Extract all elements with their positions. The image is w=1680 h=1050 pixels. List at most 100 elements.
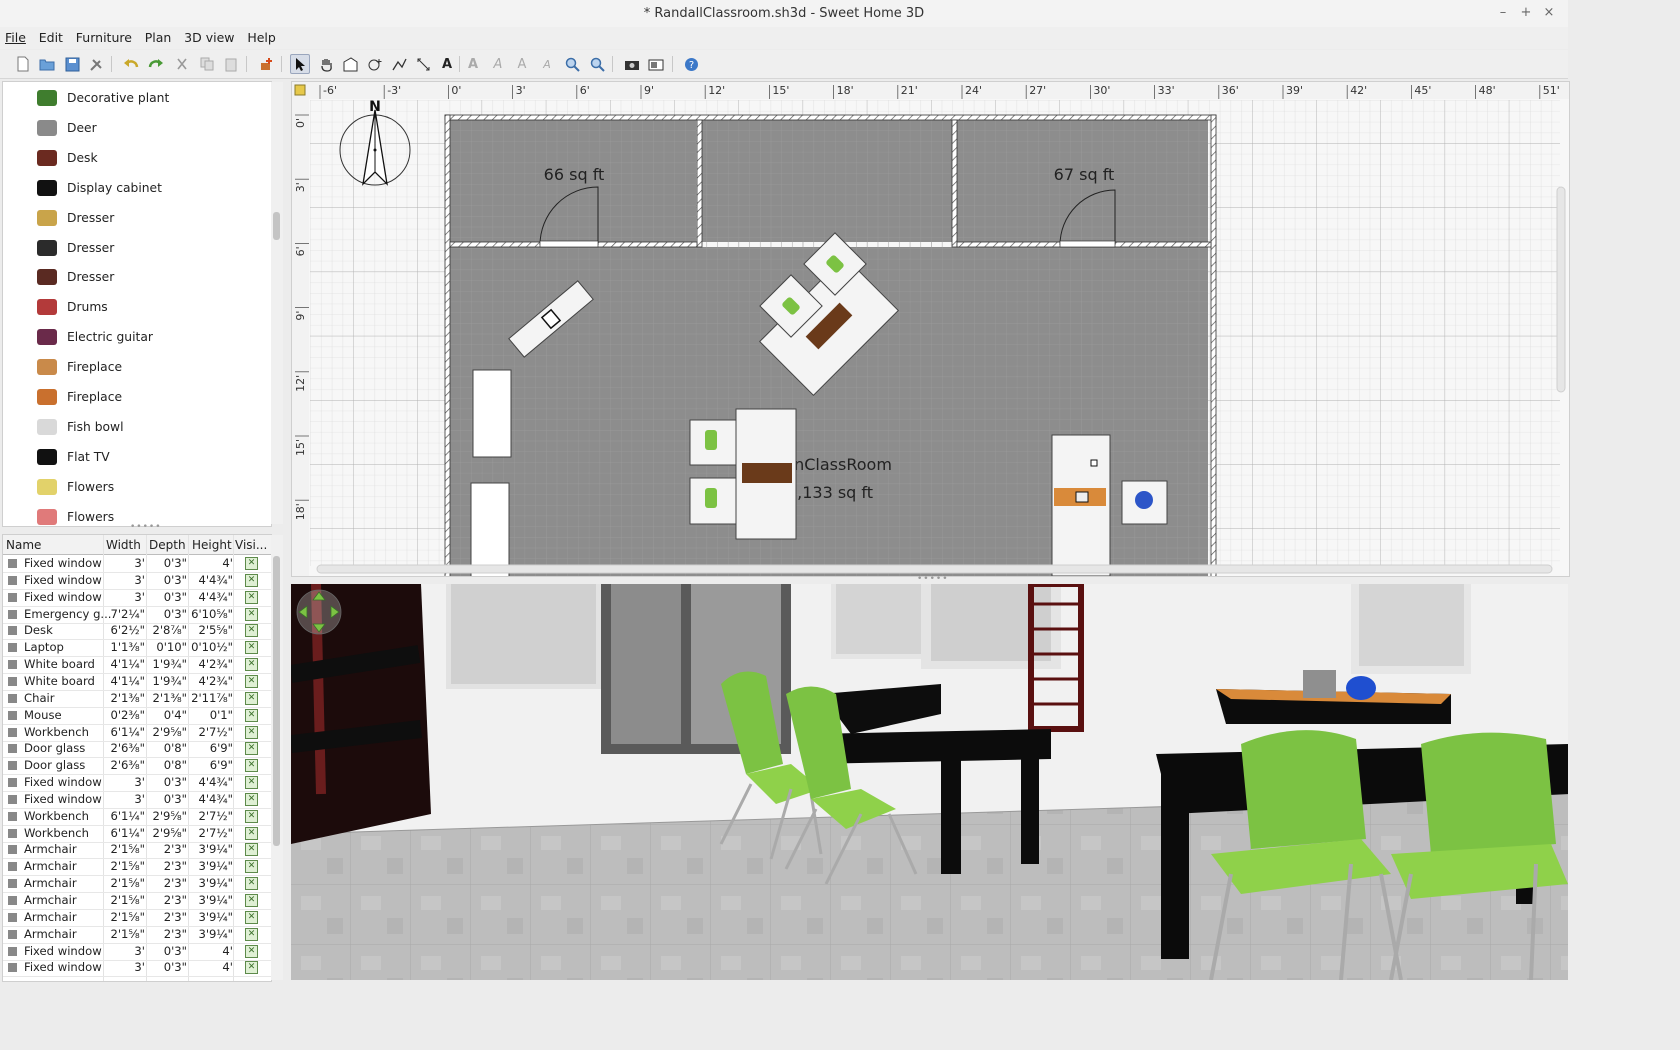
catalog-item[interactable]: Fireplace [3,382,271,412]
visible-checkbox[interactable]: ✕ [245,590,258,604]
cut-icon[interactable] [172,54,192,74]
zoom-out-icon[interactable] [587,54,607,74]
table-row[interactable]: Armchair 2'1⅝" 2'3" 3'9¼" ✕ [3,909,271,927]
visible-checkbox[interactable]: ✕ [245,792,258,806]
table-row[interactable]: Fixed window 3' 0'3" 4'4¾" ✕ [3,572,271,590]
create-photo-icon[interactable] [622,54,642,74]
plan-vertical-scrollbar[interactable] [1556,186,1566,393]
redo-icon[interactable] [146,54,166,74]
table-row[interactable]: Workbench 6'1¼" 2'9⅝" 2'7½" ✕ [3,808,271,826]
wall-left[interactable] [444,114,451,576]
table-row[interactable]: Door glass 2'6⅜" 0'8" 6'9" ✕ [3,757,271,776]
column-width-header[interactable]: Width [106,538,141,552]
catalog-item[interactable]: Desk [3,143,271,173]
visible-checkbox[interactable]: ✕ [245,641,258,655]
3d-view[interactable] [291,584,1568,980]
create-walls-icon[interactable] [340,54,360,74]
table-row[interactable]: Desk 6'2½" 2'8⅞" 2'5⅝" ✕ [3,622,271,641]
table-row[interactable]: Fixed window 3' 0'3" 4'4¾" ✕ [3,791,271,809]
table-row[interactable]: Emergency g... 7'2¼" 0'3" 6'10⅝" ✕ [3,606,271,624]
catalog-item[interactable]: Fireplace [3,352,271,382]
table-row[interactable]: Laptop 1'1⅜" 0'10" 0'10½" ✕ [3,639,271,658]
menu-help[interactable]: Help [247,30,276,45]
visible-checkbox[interactable]: ✕ [245,573,258,587]
menu-edit[interactable]: Edit [39,30,63,45]
visible-checkbox[interactable]: ✕ [245,691,258,705]
maximize-button[interactable]: + [1517,5,1535,20]
wall-closet-right[interactable] [951,119,958,248]
menu-plan[interactable]: Plan [145,30,172,45]
select-mode-icon[interactable] [290,54,310,74]
whiteboard-plan-2[interactable] [470,482,510,576]
catalog-item[interactable]: Display cabinet [3,173,271,203]
menu-file[interactable]: File [5,30,26,45]
table-row[interactable]: Door glass 2'6⅜" 0'8" 6'9" ✕ [3,740,271,759]
catalog-item[interactable]: Drums [3,292,271,322]
increase-text-size-icon[interactable]: A [512,54,532,74]
table-row[interactable]: Mouse 0'2⅜" 0'4" 0'1" ✕ [3,707,271,725]
table-row[interactable]: White board 4'1¼" 1'9¾" 4'2¾" ✕ [3,656,271,675]
catalog-item[interactable]: Flat TV [3,442,271,472]
create-polylines-icon[interactable] [389,54,409,74]
text-style-bold-icon[interactable]: A [463,54,483,74]
table-row[interactable]: Chair 2'1⅜" 2'1⅜" 2'11⅞" ✕ [3,690,271,708]
visible-checkbox[interactable]: ✕ [245,961,258,975]
whiteboard-plan-1[interactable] [472,369,512,458]
catalog-item[interactable]: Fish bowl [3,412,271,442]
catalog-scrollbar[interactable] [271,82,283,524]
catalog-item[interactable]: Dresser [3,262,271,292]
visible-checkbox[interactable]: ✕ [245,944,258,958]
catalog-scrollbar-thumb[interactable] [273,212,280,240]
visible-checkbox[interactable]: ✕ [245,860,258,874]
visible-checkbox[interactable]: ✕ [245,742,258,756]
table-scrollbar-thumb[interactable] [273,556,280,846]
wall-right[interactable] [1210,114,1217,576]
minimize-button[interactable]: – [1494,5,1512,20]
table-row[interactable]: Workbench 6'1¼" 2'9⅝" 2'7½" ✕ [3,825,271,843]
column-depth-header[interactable]: Depth [149,538,186,552]
table-row[interactable]: Armchair 2'1⅝" 2'3" 3'9¼" ✕ [3,875,271,894]
table-row[interactable]: Fixed window 3' 0'3" 4' ✕ [3,555,271,573]
visible-checkbox[interactable]: ✕ [245,927,258,941]
visible-checkbox[interactable]: ✕ [245,894,258,907]
visible-checkbox[interactable]: ✕ [245,557,258,570]
table-row[interactable]: Armchair 2'1⅝" 2'3" 3'9¼" ✕ [3,858,271,877]
visible-checkbox[interactable]: ✕ [245,877,258,891]
column-height-header[interactable]: Height [192,538,232,552]
catalog-splitter[interactable]: ••••• [130,522,162,532]
menu-furniture[interactable]: Furniture [76,30,132,45]
pan-mode-icon[interactable] [316,54,336,74]
catalog-item[interactable]: Deer [3,113,271,143]
menu-3d-view[interactable]: 3D view [184,30,234,45]
table-row[interactable]: Armchair 2'1⅝" 2'3" 3'9¼" ✕ [3,926,271,944]
visible-checkbox[interactable]: ✕ [245,674,258,688]
visible-checkbox[interactable]: ✕ [245,910,258,924]
close-button[interactable]: × [1540,5,1558,20]
undo-icon[interactable] [121,54,141,74]
visible-checkbox[interactable]: ✕ [245,776,258,790]
visible-checkbox[interactable]: ✕ [245,826,258,840]
add-furniture-icon[interactable] [256,54,276,74]
wall-top[interactable] [444,114,1217,121]
3d-canvas[interactable] [291,584,1568,980]
catalog-item[interactable]: Flowers [3,472,271,502]
visible-checkbox[interactable]: ✕ [245,809,258,823]
visible-checkbox[interactable]: ✕ [245,607,258,621]
table-row[interactable]: Workbench 6'1¼" 2'9⅝" 2'7½" ✕ [3,724,271,742]
table-row[interactable]: Fixed window 3' 0'3" 4' ✕ [3,943,271,961]
copy-icon[interactable] [197,54,217,74]
table-row[interactable]: Fixed window 3' 0'3" 4'4¾" ✕ [3,589,271,607]
text-style-italic-icon[interactable]: A [488,54,508,74]
column-name-header[interactable]: Name [6,538,41,552]
save-file-icon[interactable] [62,54,82,74]
catalog-item[interactable]: Electric guitar [3,322,271,352]
navigation-arrows-icon[interactable] [296,589,342,635]
decrease-text-size-icon[interactable]: A [537,54,557,74]
visible-checkbox[interactable]: ✕ [245,708,258,722]
wall-closet-left[interactable] [696,119,703,248]
zoom-in-icon[interactable] [562,54,582,74]
help-icon[interactable]: ? [681,54,701,74]
plan-horizontal-scrollbar[interactable] [316,564,1553,574]
create-video-icon[interactable] [646,54,666,74]
create-dimensions-icon[interactable] [413,54,433,74]
